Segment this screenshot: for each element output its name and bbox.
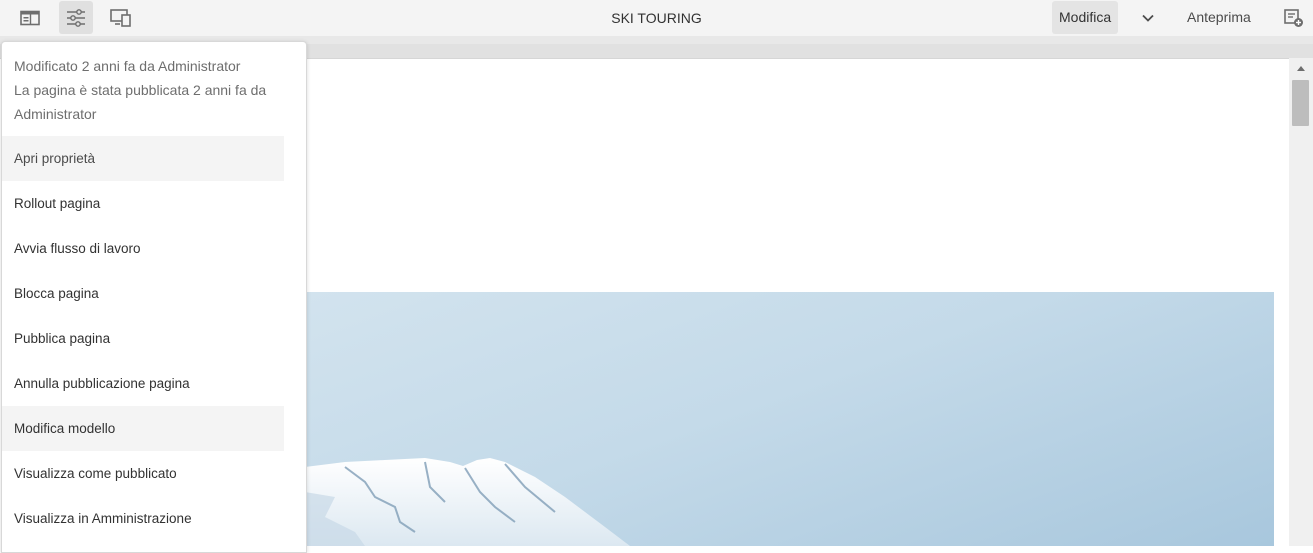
emulator-button[interactable]: [104, 1, 138, 34]
preview-mode-button[interactable]: Anteprima: [1180, 1, 1258, 34]
page-status-info: Modificato 2 anni fa da Administrator La…: [14, 54, 294, 126]
scroll-up-arrow-icon[interactable]: [1296, 64, 1306, 74]
page-info-button[interactable]: [59, 1, 93, 34]
annotations-icon: [1284, 8, 1303, 27]
chevron-down-icon: [1142, 14, 1154, 22]
rollout-page-item[interactable]: Rollout pagina: [2, 181, 284, 226]
unpublish-page-item[interactable]: Annulla pubblicazione pagina: [2, 361, 284, 406]
toggle-side-panel-button[interactable]: [13, 1, 47, 34]
published-info: La pagina è stata pubblicata 2 anni fa d…: [14, 82, 267, 122]
open-properties-item[interactable]: Apri proprietà: [2, 136, 284, 181]
view-as-published-item[interactable]: Visualizza come pubblicato: [2, 451, 284, 496]
editor-toolbar: SKI TOURING Modifica Anteprima: [0, 0, 1313, 36]
annotations-button[interactable]: [1277, 1, 1311, 34]
page-info-popover: Modificato 2 anni fa da Administrator La…: [1, 41, 307, 553]
side-panel-icon: [20, 10, 40, 25]
page-info-icon: [67, 8, 85, 27]
edit-template-item[interactable]: Modifica modello: [2, 406, 284, 451]
mode-dropdown-button[interactable]: [1131, 1, 1165, 34]
modified-info: Modificato 2 anni fa da Administrator: [14, 58, 241, 74]
page-info-menu: Apri proprietà Rollout pagina Avvia flus…: [2, 136, 284, 541]
mountain-illustration: [305, 458, 630, 546]
view-in-admin-item[interactable]: Visualizza in Amministrazione: [2, 496, 284, 541]
scrollbar-thumb[interactable]: [1292, 80, 1309, 126]
hero-image: [305, 292, 1274, 546]
emulator-icon: [110, 8, 131, 27]
edit-mode-button[interactable]: Modifica: [1052, 1, 1119, 34]
lock-page-item[interactable]: Blocca pagina: [2, 271, 284, 316]
canvas-scrollbar[interactable]: [1289, 58, 1313, 546]
start-workflow-item[interactable]: Avvia flusso di lavoro: [2, 226, 284, 271]
publish-page-item[interactable]: Pubblica pagina: [2, 316, 284, 361]
